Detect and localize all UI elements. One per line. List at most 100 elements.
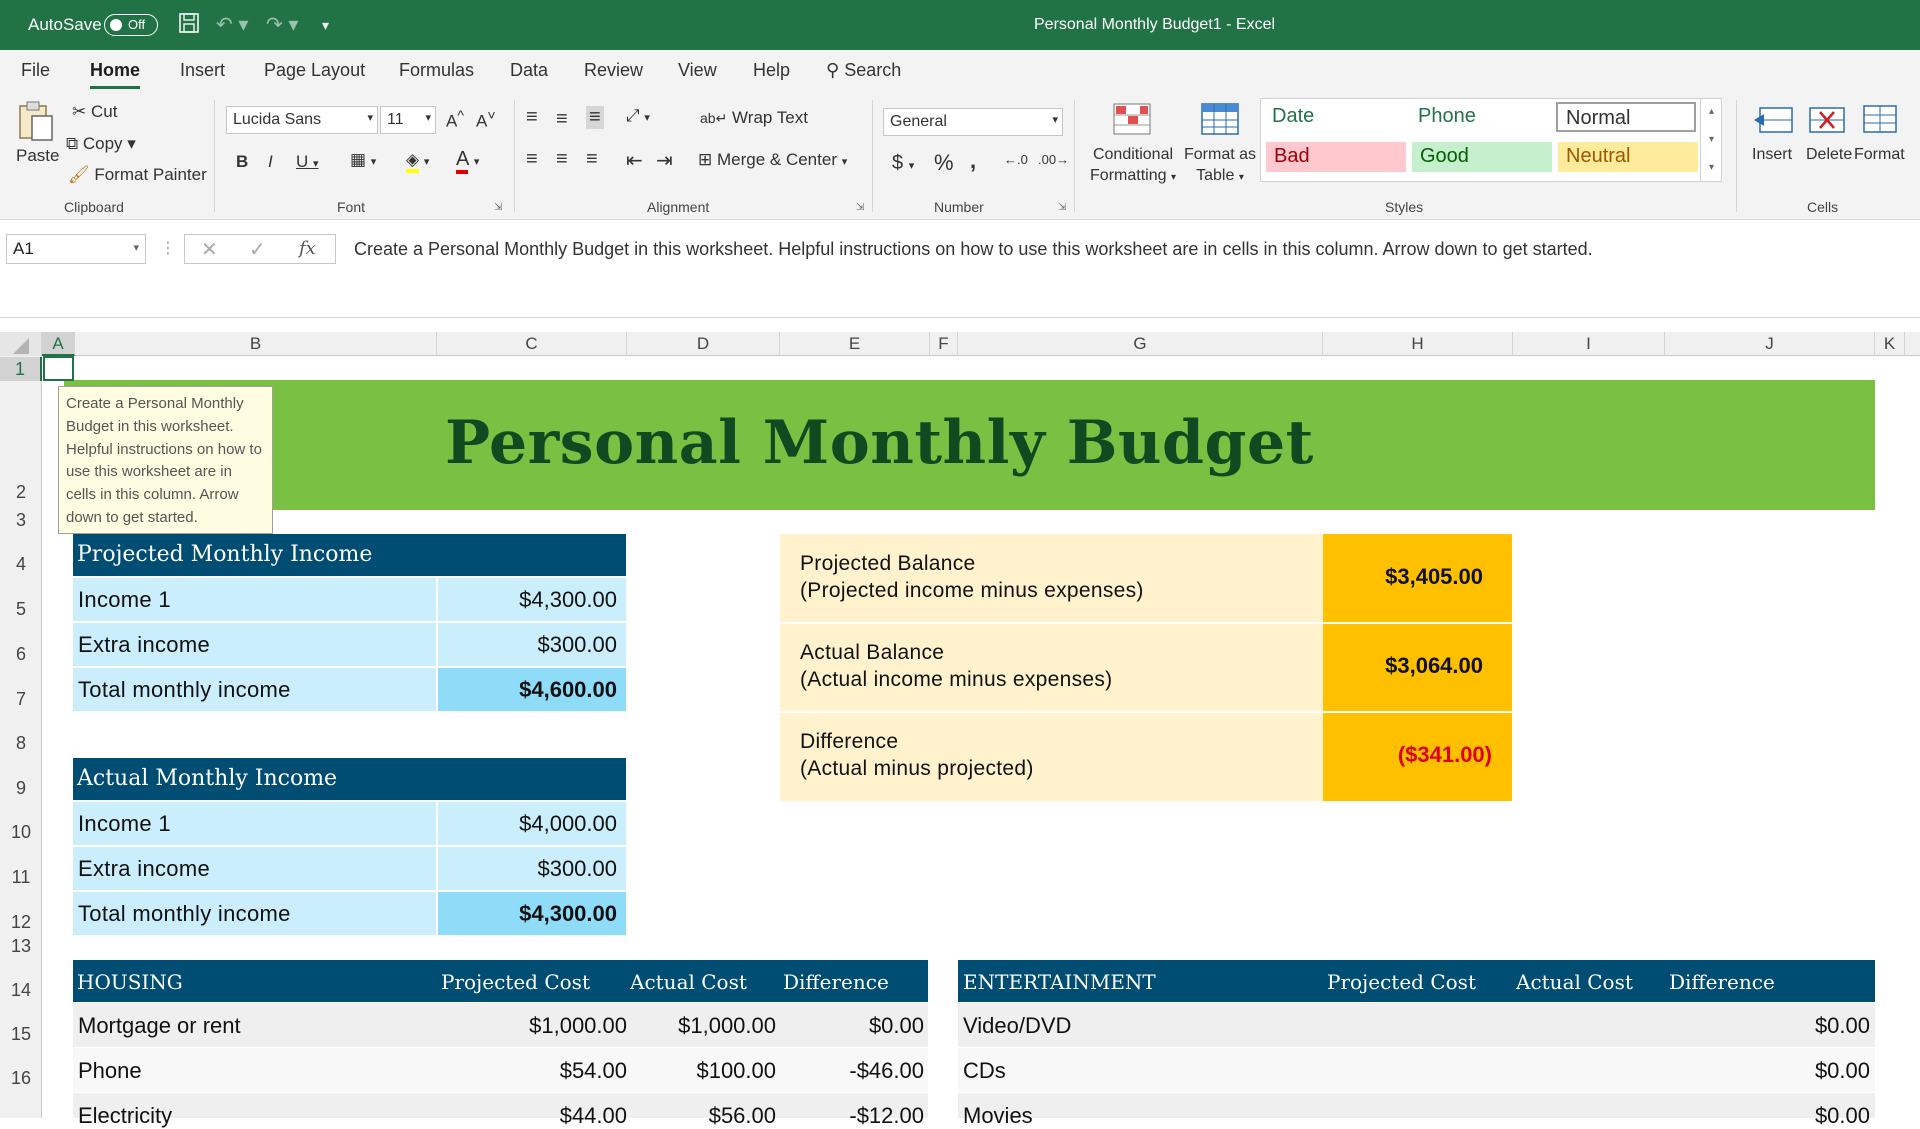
wrap-text-button[interactable]: ab↵ Wrap Text <box>700 108 808 128</box>
row-header-10[interactable]: 10 <box>0 822 42 843</box>
tab-insert[interactable]: Insert <box>180 60 225 81</box>
projected-balance-label[interactable]: Projected Balance (Projected income minu… <box>800 550 1144 604</box>
actual-balance-value[interactable]: $3,064.00 <box>1323 653 1483 679</box>
decrease-font-icon[interactable]: A˅ <box>476 108 496 132</box>
style-bad[interactable]: Bad <box>1266 142 1406 172</box>
row-header-1[interactable]: 1 <box>0 357 42 381</box>
enter-icon[interactable]: ✓ <box>249 237 266 262</box>
percent-icon[interactable]: % <box>934 150 954 176</box>
column-header-a[interactable]: A <box>42 332 75 356</box>
number-format-select[interactable]: General ▾ <box>883 108 1063 136</box>
row-header-4[interactable]: 4 <box>0 554 42 575</box>
delete-cells-icon[interactable] <box>1806 104 1848 141</box>
actual-balance-label[interactable]: Actual Balance (Actual income minus expe… <box>800 639 1112 693</box>
tab-home[interactable]: Home <box>90 60 141 89</box>
copy-button[interactable]: ⧉ Copy ▾ <box>66 134 136 154</box>
undo-icon[interactable]: ↶ ▾ <box>216 12 248 37</box>
format-as-table-icon[interactable] <box>1200 102 1240 141</box>
increase-font-icon[interactable]: A^ <box>446 108 464 132</box>
select-all-corner[interactable] <box>0 332 42 356</box>
merge-center-button[interactable]: ⊞ Merge & Center ▾ <box>698 150 847 170</box>
column-header-c[interactable]: C <box>437 332 627 356</box>
row-header-9[interactable]: 9 <box>0 778 42 799</box>
style-date[interactable]: Date <box>1264 102 1404 132</box>
table-row[interactable]: Mortgage or rent $1,000.00 $1,000.00 $0.… <box>73 1003 928 1047</box>
tab-help[interactable]: Help <box>753 60 790 81</box>
style-phone[interactable]: Phone <box>1410 102 1550 132</box>
font-name-select[interactable]: Lucida Sans ▾ <box>226 106 378 134</box>
row-header-14[interactable]: 14 <box>0 980 42 1001</box>
column-header-j[interactable]: J <box>1665 332 1875 356</box>
row-header-11[interactable]: 11 <box>0 867 42 888</box>
active-cell-a1[interactable] <box>43 356 74 381</box>
currency-icon[interactable]: $ ▾ <box>892 152 914 175</box>
autosave-toggle[interactable]: Off <box>104 14 158 36</box>
table-row[interactable]: Income 1 $4,300.00 <box>73 578 626 621</box>
row-header-16[interactable]: 16 <box>0 1068 42 1089</box>
tab-formulas[interactable]: Formulas <box>399 60 474 81</box>
dialog-launcher-icon[interactable]: ⇲ <box>1058 202 1066 213</box>
row-header-7[interactable]: 7 <box>0 689 42 710</box>
tab-review[interactable]: Review <box>584 60 643 81</box>
delete-cells-button[interactable]: Delete <box>1806 146 1852 164</box>
align-bottom-icon[interactable]: ≡ <box>586 106 604 129</box>
table-row[interactable]: Income 1 $4,000.00 <box>73 802 626 845</box>
customize-toolbar-icon[interactable]: ▾ <box>322 17 329 34</box>
row-header-15[interactable]: 15 <box>0 1024 42 1045</box>
orientation-icon[interactable]: ⤢ ▾ <box>626 106 650 126</box>
style-normal[interactable]: Normal <box>1556 102 1696 132</box>
tab-data[interactable]: Data <box>510 60 548 81</box>
column-header-d[interactable]: D <box>627 332 780 356</box>
table-row[interactable]: Extra income $300.00 <box>73 623 626 666</box>
format-as-table-button[interactable]: Format as Table ▾ <box>1180 144 1260 188</box>
align-top-icon[interactable]: ≡ <box>526 106 538 129</box>
row-header-5[interactable]: 5 <box>0 599 42 620</box>
insert-function-button[interactable]: fx <box>299 238 316 259</box>
column-header-b[interactable]: B <box>75 332 437 356</box>
column-header-f[interactable]: F <box>930 332 958 356</box>
italic-button[interactable]: I <box>268 152 273 172</box>
align-left-icon[interactable]: ≡ <box>526 148 538 171</box>
table-row[interactable]: Movies $0.00 <box>958 1093 1875 1128</box>
paste-button[interactable]: Paste <box>16 146 59 166</box>
row-header-13[interactable]: 13 <box>0 936 42 957</box>
table-row[interactable]: Extra income $300.00 <box>73 847 626 890</box>
font-size-select[interactable]: 11 ▾ <box>380 106 436 134</box>
table-row[interactable]: CDs $0.00 <box>958 1048 1875 1092</box>
formula-input[interactable]: Create a Personal Monthly Budget in this… <box>354 239 1593 260</box>
table-row-total[interactable]: Total monthly income $4,300.00 <box>73 892 626 935</box>
table-row[interactable]: Electricity $44.00 $56.00 -$12.00 <box>73 1093 928 1128</box>
format-painter-button[interactable]: 🖌 Format Painter <box>68 165 207 185</box>
align-center-icon[interactable]: ≡ <box>556 148 568 171</box>
decrease-decimal-icon[interactable]: .00→ <box>1038 152 1069 167</box>
row-header-12[interactable]: 12 <box>0 912 42 933</box>
search-box[interactable]: ⚲ Search <box>826 60 901 81</box>
fill-color-icon[interactable]: ◈ ▾ <box>406 150 429 173</box>
conditional-formatting-icon[interactable] <box>1112 102 1152 141</box>
table-row[interactable]: Video/DVD $0.00 <box>958 1003 1875 1047</box>
column-header-g[interactable]: G <box>958 332 1323 356</box>
table-row-total[interactable]: Total monthly income $4,600.00 <box>73 668 626 711</box>
style-neutral[interactable]: Neutral <box>1558 142 1698 172</box>
align-middle-icon[interactable]: ≡ <box>556 108 568 131</box>
tab-file[interactable]: File <box>21 60 50 81</box>
bold-button[interactable]: B <box>236 152 248 172</box>
dialog-launcher-icon[interactable]: ⇲ <box>856 202 864 213</box>
font-color-icon[interactable]: A ▾ <box>456 148 479 174</box>
row-header-3[interactable]: 3 <box>0 510 42 531</box>
insert-cells-icon[interactable] <box>1752 104 1794 141</box>
style-good[interactable]: Good <box>1412 142 1552 172</box>
paste-icon[interactable] <box>16 100 56 144</box>
column-header-k[interactable]: K <box>1875 332 1905 356</box>
increase-decimal-icon[interactable]: ←.0 <box>1004 152 1028 167</box>
borders-icon[interactable]: ▦ ▾ <box>350 150 376 170</box>
cut-button[interactable]: ✂ Cut <box>72 102 117 122</box>
increase-indent-icon[interactable]: ⇥ <box>656 148 673 173</box>
underline-button[interactable]: U ▾ <box>296 152 319 172</box>
row-header-8[interactable]: 8 <box>0 733 42 754</box>
difference-label[interactable]: Difference (Actual minus projected) <box>800 728 1034 782</box>
format-cells-button[interactable]: Format <box>1854 146 1905 164</box>
decrease-indent-icon[interactable]: ⇤ <box>626 148 643 173</box>
table-row[interactable]: Phone $54.00 $100.00 -$46.00 <box>73 1048 928 1092</box>
difference-value[interactable]: ($341.00) <box>1323 742 1492 768</box>
